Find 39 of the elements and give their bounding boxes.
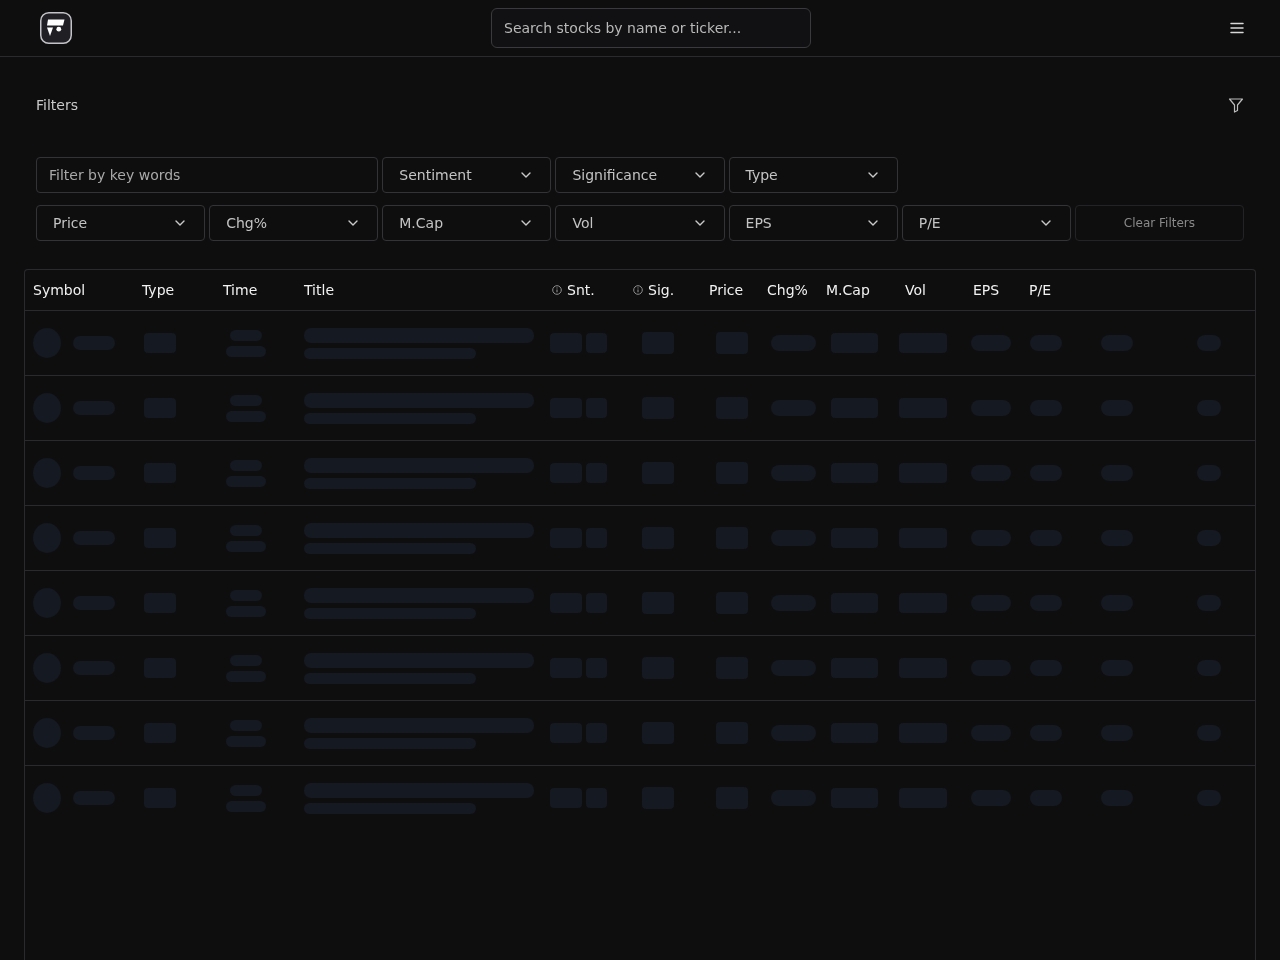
filter-dropdown[interactable]: Chg%	[209, 205, 379, 241]
column-header: Vol	[905, 282, 926, 298]
chevron-down-icon	[867, 172, 878, 178]
chevron-down-icon	[694, 172, 705, 178]
filter-dropdown[interactable]: M.Cap	[382, 205, 552, 241]
column-header: P/E	[1029, 282, 1051, 298]
filter-dropdown[interactable]: Vol	[555, 205, 725, 241]
column-header: Symbol	[33, 282, 86, 298]
logo-icon[interactable]	[40, 12, 72, 44]
chevron-down-icon	[521, 172, 532, 178]
column-header: EPS	[973, 282, 1000, 298]
filters-title: Filters	[36, 97, 78, 113]
column-header: Time	[223, 282, 258, 298]
clear-filters-button[interactable]: Clear Filters	[1074, 205, 1244, 241]
column-header: Chg%	[767, 282, 808, 298]
column-header: Title	[304, 282, 334, 298]
chevron-down-icon	[867, 220, 878, 226]
column-header: Sig.	[648, 282, 675, 298]
column-header: Snt.	[567, 282, 595, 298]
chevron-down-icon	[694, 220, 705, 226]
column-header: Type	[142, 282, 175, 298]
filter-dropdown[interactable]: Type	[728, 157, 898, 193]
chevron-down-icon	[348, 220, 359, 226]
filter-dropdown[interactable]: Price	[36, 205, 206, 241]
chevron-down-icon	[521, 220, 532, 226]
filter-dropdown[interactable]: P/E	[901, 205, 1071, 241]
search-input[interactable]: Search stocks by name or ticker...	[491, 8, 811, 48]
column-header: M.Cap	[826, 282, 870, 298]
filter-dropdown[interactable]: Sentiment	[382, 157, 552, 193]
chevron-down-icon	[1040, 220, 1051, 226]
filter-dropdown[interactable]: Significance	[555, 157, 725, 193]
info-icon	[552, 285, 562, 295]
column-header: Price	[709, 282, 744, 298]
filter-dropdown[interactable]: EPS	[728, 205, 898, 241]
keyword-input[interactable]: Filter by key words	[36, 157, 379, 193]
menu-icon[interactable]	[1230, 22, 1244, 34]
filter-icon[interactable]	[1228, 97, 1244, 113]
info-icon	[633, 285, 643, 295]
chevron-down-icon	[175, 220, 186, 226]
